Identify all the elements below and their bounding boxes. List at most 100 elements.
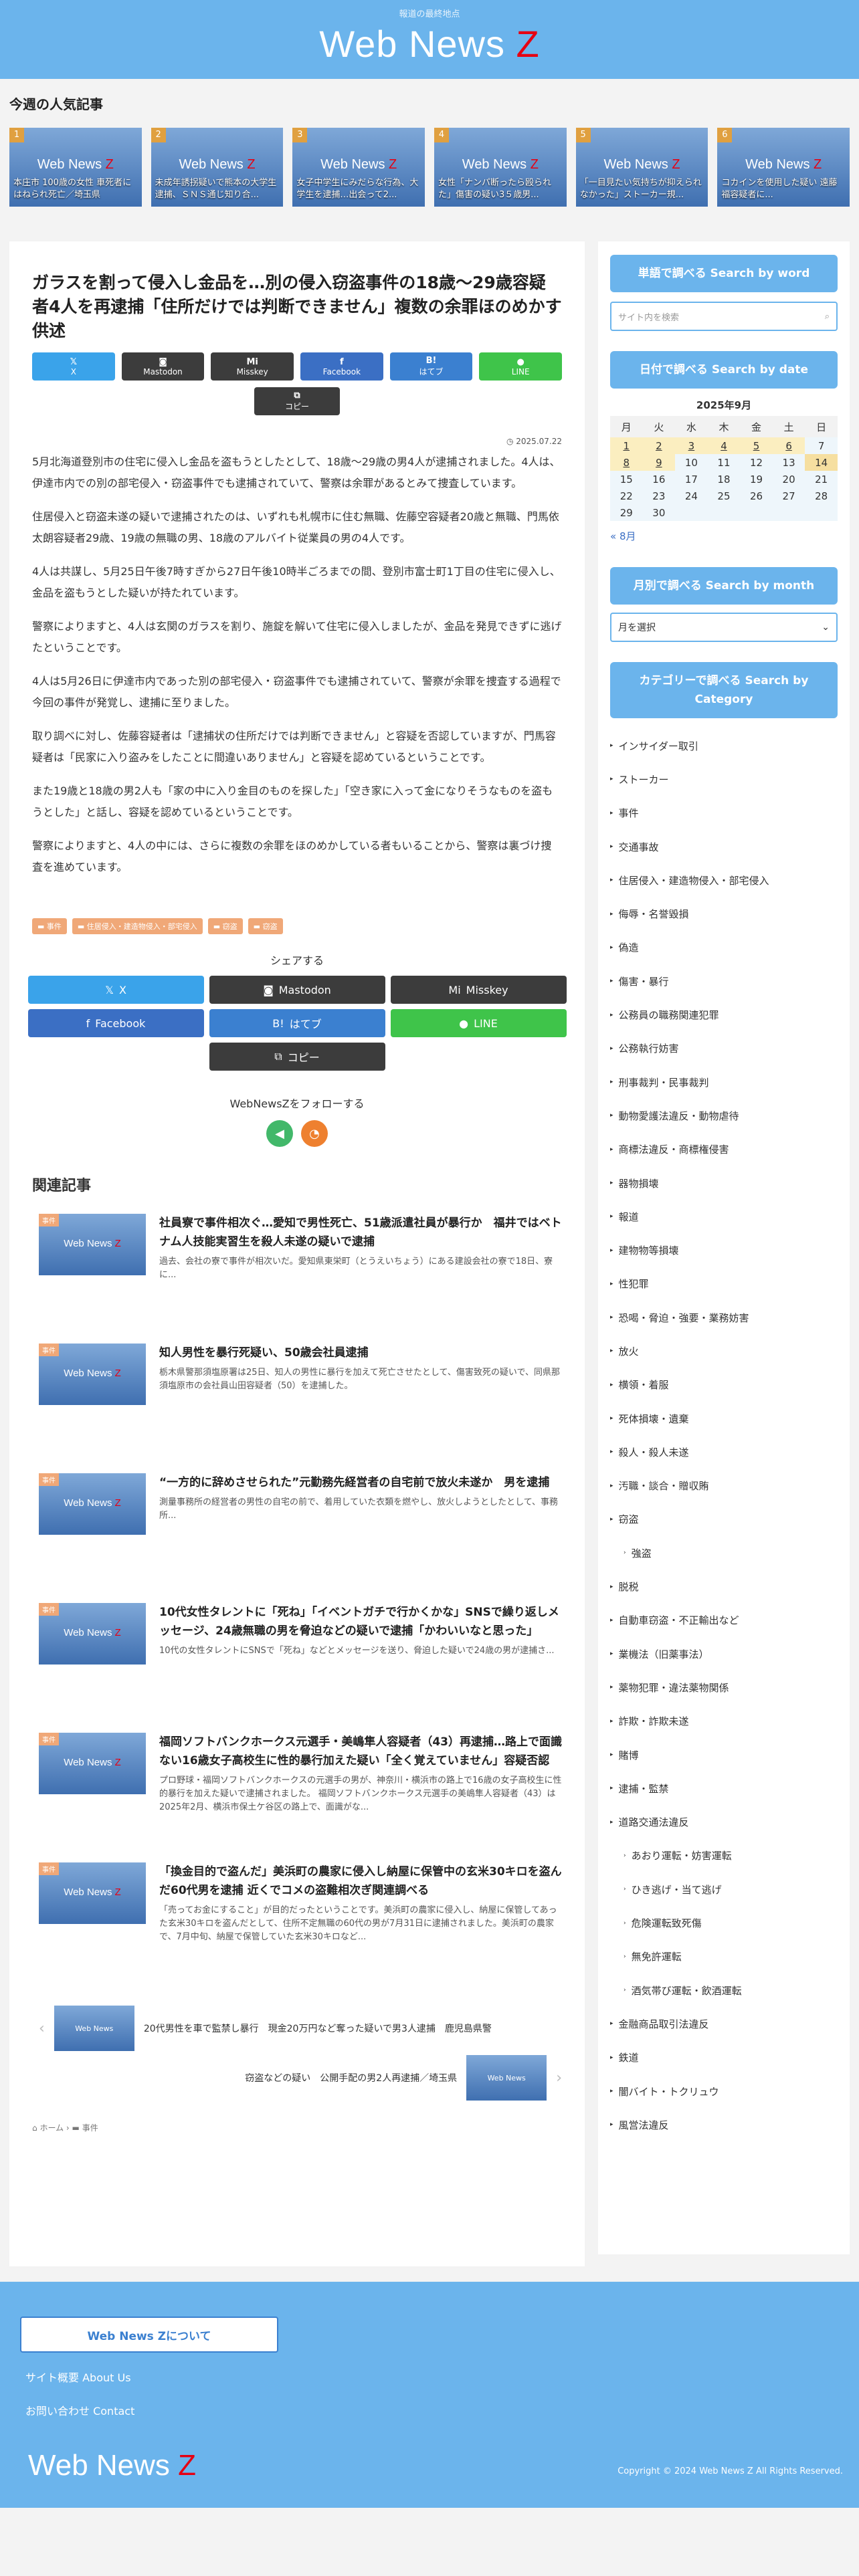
rss-icon[interactable]: ◔ <box>301 1120 328 1147</box>
breadcrumb-home[interactable]: ホーム <box>39 2123 64 2133</box>
search-icon[interactable]: ⌕ <box>825 312 830 322</box>
related-item[interactable]: 事件 Web News Z “一方的に辞めさせられた”元勤務先経営者の自宅前で放火未… <box>32 1473 562 1603</box>
category-item[interactable]: ▸ 逮捕・監禁 <box>610 1772 838 1805</box>
category-item[interactable]: ▸ 公務員の職務関連犯罪 <box>610 998 838 1031</box>
share-mastodon-button[interactable]: ◙ Mastodon <box>121 352 205 381</box>
share-hatena-button[interactable]: B! はてブ <box>209 1009 385 1037</box>
category-item[interactable]: ▸ 詐欺・詐欺未遂 <box>610 1705 838 1738</box>
category-item[interactable]: ▸ 道路交通法違反 <box>610 1806 838 1839</box>
calendar-prev-month[interactable]: « 8月 <box>610 529 838 543</box>
popular-card[interactable]: 3 Web News Z 女子中学生にみだらな行為、大学生を逮捕…出会って2... <box>292 128 425 207</box>
share-mastodon-button[interactable]: ◙ Mastodon <box>209 976 385 1004</box>
share-facebook-button[interactable]: f Facebook <box>27 1009 204 1037</box>
category-item[interactable]: ▸ 賭博 <box>610 1738 838 1772</box>
popular-card[interactable]: 1 Web News Z 本庄市 100歳の女性 車死者にはねられ死亡／埼玉県 <box>9 128 142 207</box>
month-select[interactable]: 月を選択 ⌄ <box>610 613 838 642</box>
calendar-day[interactable]: 8 <box>610 454 643 471</box>
popular-card[interactable]: 4 Web News Z 女性「ナンパ断ったら殴られた」傷害の疑い3５歳男... <box>434 128 567 207</box>
related-item[interactable]: 事件 Web News Z 10代女性タレントに「死ね」「イベントガチで行かくかな」… <box>32 1603 562 1733</box>
calendar-day[interactable]: 9 <box>642 454 676 471</box>
category-item[interactable]: › 無免許運転 <box>610 1940 838 1973</box>
tag-link[interactable]: ▬ 窃盗 <box>207 918 243 934</box>
category-item[interactable]: ▸ 放火 <box>610 1334 838 1368</box>
calendar-day[interactable]: 3 <box>675 437 708 454</box>
next-post-link[interactable]: 窃盗などの疑い 公開手配の男2人再逮捕／埼玉県 Web News › <box>245 2055 562 2101</box>
footer-link-contact[interactable]: お問い合わせ Contact <box>25 2402 134 2418</box>
category-item[interactable]: ▸ 交通事故 <box>610 830 838 863</box>
share-hatena-button[interactable]: B! はてブ <box>389 352 473 381</box>
category-item[interactable]: ▸ 傷害・暴行 <box>610 964 838 998</box>
footer-logo[interactable]: Web News Z <box>28 2449 196 2482</box>
related-item[interactable]: 事件 Web News Z 福岡ソフトバンクホークス元選手・美嶋隼人容疑者（43）再… <box>32 1733 562 1862</box>
copy-link-button[interactable]: ⧉ コピー <box>254 387 340 415</box>
category-item[interactable]: ▸ 横領・着服 <box>610 1368 838 1402</box>
category-item[interactable]: ▸ 風営法違反 <box>610 2108 838 2141</box>
category-item[interactable]: ▸ 業機法（旧薬事法） <box>610 1637 838 1671</box>
category-item[interactable]: ▸ 殺人・殺人未遂 <box>610 1435 838 1469</box>
category-item[interactable]: ▸ 性犯罪 <box>610 1267 838 1301</box>
category-item[interactable]: ▸ 脱税 <box>610 1570 838 1603</box>
category-item[interactable]: ▸ 刑事裁判・民事裁判 <box>610 1065 838 1099</box>
category-item[interactable]: ▸ 金融商品取引法違反 <box>610 2007 838 2040</box>
weekday-header: 火 <box>642 416 676 437</box>
share-x-button[interactable]: 𝕏X <box>27 976 204 1004</box>
share-facebook-button[interactable]: f Facebook <box>300 352 383 381</box>
footer-link-about[interactable]: サイト概要 About Us <box>25 2369 131 2385</box>
copy-link-button[interactable]: ⧉ コピー <box>209 1043 385 1071</box>
category-item[interactable]: › ひき逃げ・当て逃げ <box>610 1872 838 1906</box>
category-item[interactable]: ▸ 商標法違反・商標権侵害 <box>610 1133 838 1166</box>
popular-articles: 今週の人気記事 1 Web News Z 本庄市 100歳の女性 車死者にはねられ死… <box>0 79 859 207</box>
category-item[interactable]: › 危険運転致死傷 <box>610 1906 838 1939</box>
share-line-button[interactable]: ● LINE <box>479 352 563 381</box>
site-logo[interactable]: Web News Z <box>0 22 859 66</box>
calendar-day[interactable]: 4 <box>707 437 741 454</box>
share-misskey-button[interactable]: Mi Misskey <box>211 352 294 381</box>
related-item[interactable]: 事件 Web News Z 「換金目的で盗んだ」美浜町の農家に侵入し納屋に保管中の玄… <box>32 1862 562 1992</box>
calendar-day: 22 <box>610 488 643 504</box>
category-item[interactable]: ▸ 死体損壊・遺棄 <box>610 1402 838 1435</box>
tag-link[interactable]: ▬ 事件 <box>32 918 67 934</box>
category-item[interactable]: ▸ 鉄道 <box>610 2041 838 2074</box>
calendar-day[interactable]: 6 <box>772 437 805 454</box>
category-item[interactable]: › 酒気帯び運転・飲酒運転 <box>610 1973 838 2007</box>
category-item[interactable]: ▸ 闇バイト・トクリュウ <box>610 2074 838 2108</box>
share-line-button[interactable]: ● LINE <box>390 1009 567 1037</box>
category-item[interactable]: ▸ 偽造 <box>610 931 838 964</box>
category-item[interactable]: ▸ 事件 <box>610 796 838 830</box>
popular-card[interactable]: 2 Web News Z 未成年誘拐疑いで熊本の大学生逮捕、ＳＮＳ通じ知り合... <box>151 128 284 207</box>
feedly-icon[interactable]: ◀ <box>266 1120 293 1147</box>
tag-link[interactable]: ▬ 住居侵入・建造物侵入・部宅侵入 <box>72 918 203 934</box>
calendar-day[interactable]: 5 <box>740 437 773 454</box>
category-item[interactable]: ▸ 報道 <box>610 1200 838 1233</box>
category-item[interactable]: › 強盗 <box>610 1536 838 1570</box>
category-item[interactable]: ▸ 動物愛護法違反・動物虐待 <box>610 1099 838 1132</box>
popular-card[interactable]: 6 Web News Z コカインを使用した疑い 遠藤福容疑者に... <box>717 128 850 207</box>
prev-post-link[interactable]: ‹ Web News 20代男性を車で監禁し暴行 現金20万円など奪った疑いで男… <box>39 2006 492 2051</box>
calendar-day[interactable]: 1 <box>610 437 643 454</box>
category-item[interactable]: ▸ 薬物犯罪・違法薬物関係 <box>610 1671 838 1704</box>
tag-link[interactable]: ▬ 窃盗 <box>248 918 283 934</box>
breadcrumb-category[interactable]: 事件 <box>82 2123 98 2133</box>
caret-right-icon: ▸ <box>610 1381 613 1388</box>
category-item[interactable]: ▸ 公務執行妨害 <box>610 1032 838 1065</box>
category-item[interactable]: ▸ 侮辱・名誉毀損 <box>610 897 838 930</box>
category-item[interactable]: › あおり運転・妨害運転 <box>610 1839 838 1872</box>
category-item[interactable]: ▸ 建物物等損壊 <box>610 1233 838 1267</box>
category-item[interactable]: ▸ 汚職・談合・贈収賄 <box>610 1469 838 1503</box>
about-button[interactable]: Web News Zについて <box>20 2317 278 2353</box>
category-item[interactable]: ▸ 住居侵入・建造物侵入・部宅侵入 <box>610 863 838 897</box>
related-item[interactable]: 事件 Web News Z 知人男性を暴行死疑い、50歳会社員逮捕 栃木県警那須塩原署… <box>32 1344 562 1473</box>
category-item[interactable]: ▸ ストーカー <box>610 762 838 796</box>
category-item[interactable]: ▸ 恐喝・脅迫・強要・業務妨害 <box>610 1301 838 1334</box>
share-misskey-button[interactable]: Mi Misskey <box>390 976 567 1004</box>
share-x-button[interactable]: 𝕏X <box>32 352 115 381</box>
related-item[interactable]: 事件 Web News Z 社員寮で事件相次ぐ…愛知で男性死亡、51歳派遣社員が暴行… <box>32 1214 562 1344</box>
category-item[interactable]: ▸ 器物損壊 <box>610 1166 838 1200</box>
popular-card[interactable]: 5 Web News Z 「一目見たい気持ちが抑えられなかった」ストーカー規... <box>575 128 708 207</box>
search-input[interactable]: サイト内を検索 ⌕ <box>610 302 838 331</box>
category-item[interactable]: ▸ 自動車窃盗・不正輸出など <box>610 1604 838 1637</box>
folder-icon: ▬ <box>37 922 47 931</box>
calendar-day[interactable]: 2 <box>642 437 676 454</box>
category-item[interactable]: ▸ 窃盗 <box>610 1503 838 1536</box>
category-item[interactable]: ▸ インサイダー取引 <box>610 729 838 762</box>
